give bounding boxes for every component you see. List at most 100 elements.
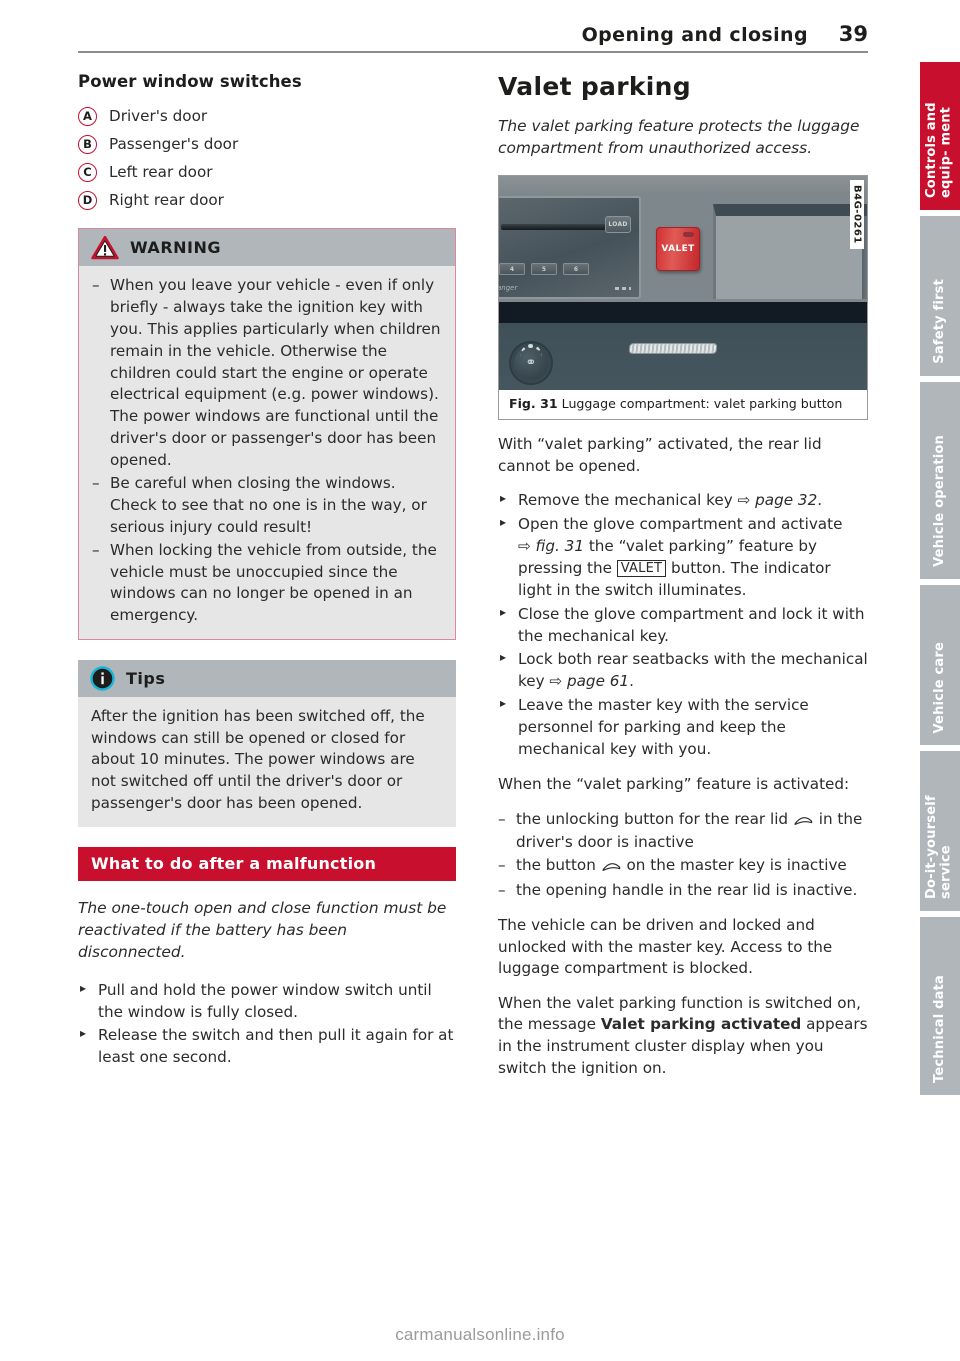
list-item: Leave the master key with the service pe… — [498, 695, 868, 761]
legend-marker-b: B — [78, 135, 97, 154]
malfunction-section-bar: What to do after a malfunction — [78, 847, 456, 882]
warning-callout-label: WARNING — [130, 238, 221, 257]
step-text-post: . — [629, 672, 634, 691]
list-item: Release the switch and then pull it agai… — [78, 1025, 456, 1069]
page-header: Opening and closing 39 — [78, 22, 868, 62]
list-item: Close the glove compartment and lock it … — [498, 604, 868, 648]
tips-callout-header: Tips — [78, 660, 456, 698]
list-item: Remove the mechanical key ⇨ page 32. — [498, 490, 868, 512]
list-item: the opening handle in the rear lid is in… — [498, 880, 868, 902]
figure-caption-text: Luggage compartment: valet parking butto… — [561, 396, 843, 412]
list-item: the unlocking button for the rear lid in… — [498, 809, 868, 855]
item-text: the opening handle in the rear lid is in… — [516, 881, 858, 900]
tab-label: Technical data — [931, 975, 947, 1083]
figure-31-caption: Fig. 31 Luggage compartment: valet parki… — [499, 390, 867, 419]
tab-controls-and-equipment[interactable]: Controls and equip- ment — [920, 62, 960, 210]
legend-marker-d: D — [78, 191, 97, 210]
valet-keycap: VALET — [616, 559, 667, 578]
preset-buttons[interactable]: 4 5 6 — [499, 263, 589, 276]
valet-para-2: When the “valet parking” feature is acti… — [498, 774, 850, 793]
list-item: D Right rear door — [78, 191, 456, 210]
figure-31-image: LOAD 4 5 6 anger VALET ⚭ B4G-0261 — [499, 176, 867, 391]
valet-para-1: With “valet parking” activated, the rear… — [498, 435, 822, 475]
step-text-post: . — [817, 491, 823, 510]
rear-lid-icon — [602, 857, 621, 879]
list-item: When you leave your vehicle - even if on… — [92, 275, 441, 472]
legend-label-c: Left rear door — [109, 163, 213, 182]
step-text: Leave the master key with the service pe… — [518, 696, 809, 759]
tips-callout-body: After the ignition has been switched off… — [78, 697, 456, 828]
tab-vehicle-care[interactable]: Vehicle care — [920, 585, 960, 745]
item-text-post: on the master key is inactive — [621, 856, 847, 875]
chapter-tab-rail: Controls and equip- ment Safety first Ve… — [920, 62, 960, 1101]
tab-label: Safety first — [931, 279, 947, 364]
lower-trim-panel: ⚭ — [499, 323, 867, 391]
tab-do-it-yourself-service[interactable]: Do-it-yourself service — [920, 751, 960, 911]
warning-callout: WARNING When you leave your vehicle - ev… — [78, 228, 456, 641]
cluster-message-text: Valet parking activated — [600, 1015, 802, 1034]
page-reference[interactable]: ⇨ page 32 — [738, 491, 818, 509]
light-switch-knob[interactable]: ⚭ — [511, 343, 551, 384]
legend-list: A Driver's door B Passenger's door C Lef… — [78, 107, 456, 210]
list-item: Be careful when closing the windows. Che… — [92, 473, 441, 539]
tab-vehicle-operation[interactable]: Vehicle operation — [920, 382, 960, 579]
figure-top-strip — [499, 176, 867, 195]
warning-callout-header: WARNING — [79, 229, 455, 266]
valet-activated-list: the unlocking button for the rear lid in… — [498, 809, 868, 903]
list-item: Open the glove compartment and activate … — [498, 514, 868, 602]
legend-label-a: Driver's door — [109, 107, 208, 126]
page-title: Opening and closing — [581, 24, 808, 46]
tab-label: Controls and equip- ment — [924, 102, 954, 198]
compartment-recess — [713, 204, 867, 300]
changer-label: anger — [499, 284, 518, 293]
left-column: Power window switches A Driver's door B … — [78, 72, 456, 1082]
list-item: A Driver's door — [78, 107, 456, 126]
tab-label: Vehicle care — [931, 641, 947, 734]
cd-slot — [501, 224, 609, 231]
legend-label-d: Right rear door — [109, 191, 224, 210]
trim-band — [499, 302, 867, 324]
tips-callout-label: Tips — [126, 669, 166, 689]
valet-para-3: The vehicle can be driven and locked and… — [498, 916, 833, 978]
malfunction-steps: Pull and hold the power window switch un… — [78, 980, 456, 1070]
valet-steps: Remove the mechanical key ⇨ page 32. Ope… — [498, 490, 868, 761]
valet-parking-title: Valet parking — [498, 72, 691, 101]
legend-marker-a: A — [78, 107, 97, 126]
figure-31: LOAD 4 5 6 anger VALET ⚭ B4G-0261 Fig. 3… — [498, 175, 868, 421]
page-header-inner: Opening and closing 39 — [78, 22, 868, 53]
tab-safety-first[interactable]: Safety first — [920, 216, 960, 376]
legend-label-b: Passenger's door — [109, 135, 239, 154]
figure-code: B4G-0261 — [850, 180, 864, 250]
tab-label: Vehicle operation — [931, 435, 947, 567]
figure-reference[interactable]: ⇨ fig. 31 — [518, 537, 584, 555]
info-circle-icon — [90, 666, 115, 691]
warning-items: When you leave your vehicle - even if on… — [92, 275, 441, 627]
figure-caption-label: Fig. 31 — [509, 396, 558, 412]
item-text: the unlocking button for the rear lid — [516, 809, 793, 828]
preset-button-4[interactable]: 4 — [499, 263, 525, 276]
list-item: Pull and hold the power window switch un… — [78, 980, 456, 1024]
tab-technical-data[interactable]: Technical data — [920, 917, 960, 1095]
page-reference[interactable]: ⇨ page 61 — [549, 672, 629, 690]
site-watermark: carmanualsonline.info — [395, 1325, 565, 1344]
load-button[interactable]: LOAD — [605, 216, 631, 234]
malfunction-intro: The one-touch open and close function mu… — [78, 899, 447, 962]
list-item: the button on the master key is inactive — [498, 855, 868, 879]
step-text: Remove the mechanical key — [518, 491, 738, 510]
preset-button-6[interactable]: 6 — [563, 263, 589, 276]
list-item: Lock both rear seatbacks with the mechan… — [498, 649, 868, 693]
preset-button-5[interactable]: 5 — [531, 263, 557, 276]
section-title-power-window-switches: Power window switches — [78, 72, 302, 91]
compartment-lamp-icon — [628, 343, 718, 355]
list-item: When locking the vehicle from outside, t… — [92, 540, 441, 628]
tips-callout: Tips After the ignition has been switche… — [78, 660, 456, 828]
valet-parking-button[interactable]: VALET — [656, 227, 700, 272]
step-text: Close the glove compartment and lock it … — [518, 604, 865, 645]
right-column: Valet parking The valet parking feature … — [498, 72, 868, 1092]
cd-changer: LOAD 4 5 6 anger — [499, 196, 641, 300]
tips-text: After the ignition has been switched off… — [91, 707, 425, 812]
changer-indicator — [615, 287, 631, 291]
valet-button-label: VALET — [661, 244, 695, 255]
step-text: Open the glove compartment and activate — [518, 515, 843, 534]
valet-parking-intro: The valet parking feature protects the l… — [498, 117, 860, 158]
